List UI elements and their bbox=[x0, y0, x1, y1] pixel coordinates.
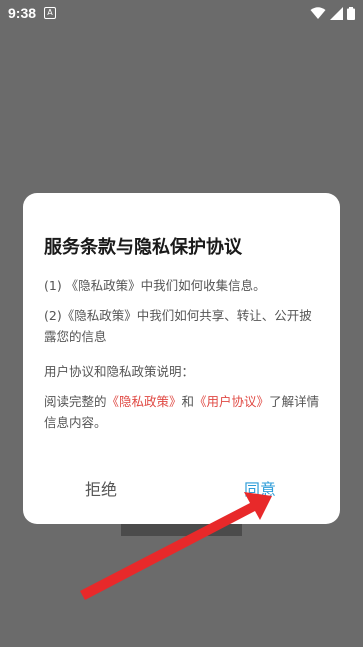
explain-heading: 用户协议和隐私政策说明： bbox=[44, 364, 195, 379]
policy-item-1: (1) 《隐私政策》中我们如何收集信息。 bbox=[44, 278, 266, 293]
dialog-body: (1) 《隐私政策》中我们如何收集信息。 (2)《隐私政策》中我们如何共享、转让… bbox=[44, 275, 322, 433]
user-agreement-link[interactable]: 《用户协议》 bbox=[194, 394, 269, 409]
decline-button[interactable]: 拒绝 bbox=[85, 476, 117, 500]
wifi-icon bbox=[310, 6, 326, 20]
agree-button[interactable]: 同意 bbox=[244, 476, 276, 500]
dialog-title: 服务条款与隐私保护协议 bbox=[44, 237, 242, 258]
status-left: 9:38 A bbox=[8, 5, 57, 21]
signal-icon bbox=[330, 6, 343, 20]
read-notice: 阅读完整的《隐私政策》和《用户协议》了解详情信息内容。 bbox=[44, 391, 322, 433]
status-time: 9:38 bbox=[8, 5, 37, 21]
status-right bbox=[310, 6, 355, 20]
status-bar: 9:38 A bbox=[0, 0, 363, 26]
policy-item-2: (2)《隐私政策》中我们如何共享、转让、公开披露您的信息 bbox=[44, 308, 312, 344]
battery-icon bbox=[347, 6, 355, 20]
a-notification-icon: A bbox=[44, 7, 57, 19]
terms-dialog: 服务条款与隐私保护协议 (1) 《隐私政策》中我们如何收集信息。 (2)《隐私政… bbox=[23, 193, 340, 524]
privacy-policy-link[interactable]: 《隐私政策》 bbox=[107, 394, 182, 409]
read-prefix: 阅读完整的 bbox=[44, 394, 107, 409]
and-text: 和 bbox=[181, 394, 195, 409]
